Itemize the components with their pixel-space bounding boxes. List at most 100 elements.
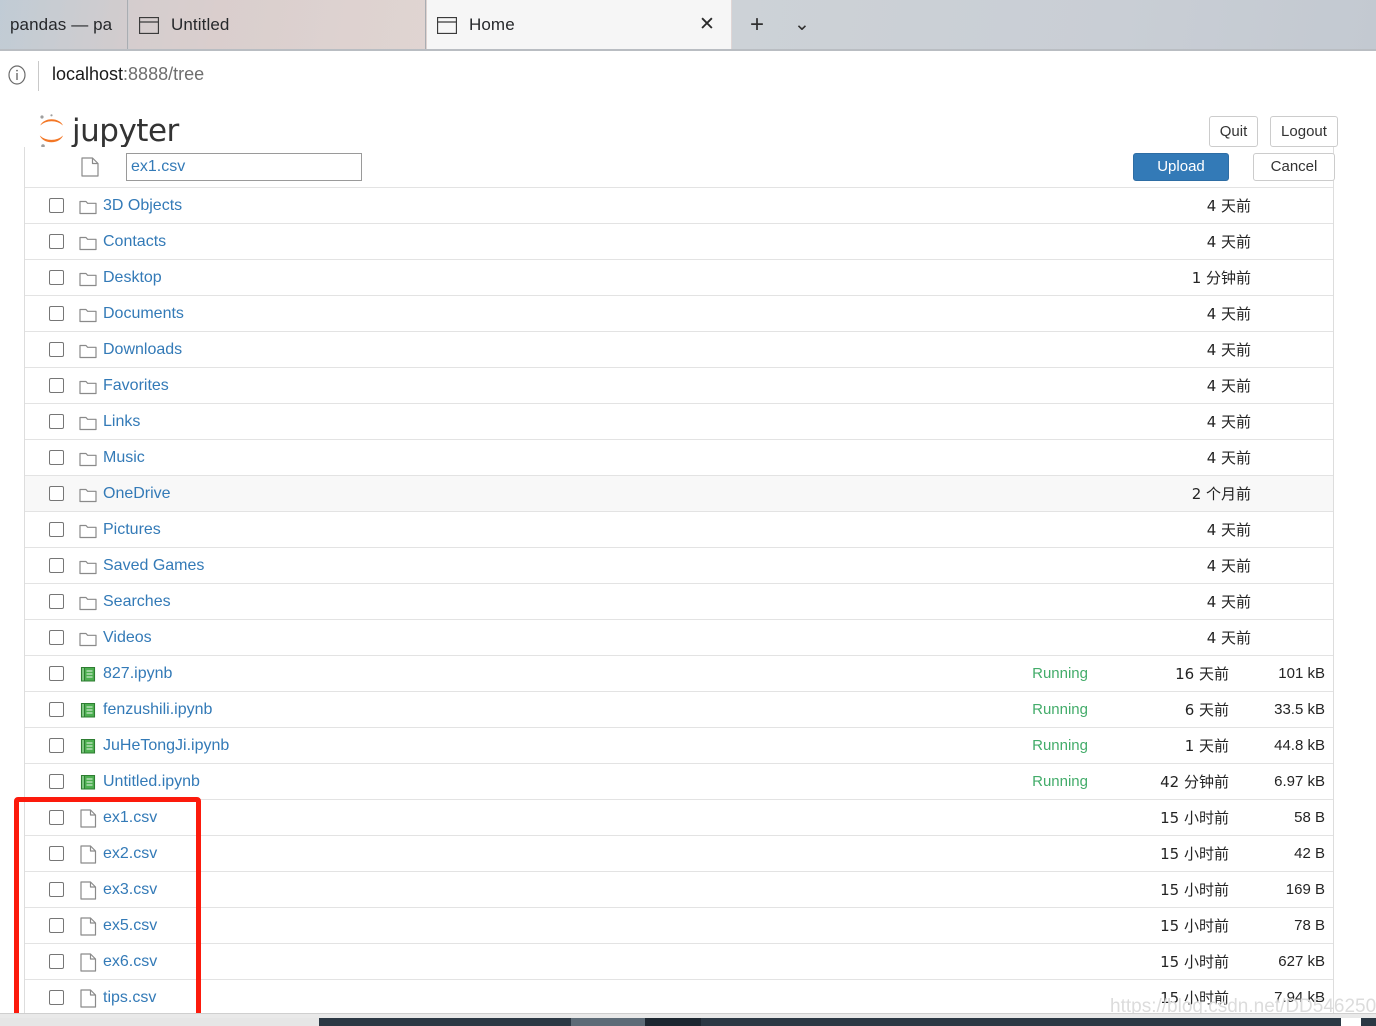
file-row[interactable]: ex5.csv 15 小时前 78 B <box>25 908 1333 944</box>
plus-icon[interactable]: + <box>742 11 772 39</box>
modified-timestamp: 4 天前 <box>1206 340 1251 359</box>
row-checkbox[interactable] <box>49 989 64 1005</box>
folder-icon <box>79 629 97 648</box>
status-badge: Running <box>1032 736 1088 754</box>
item-name-link[interactable]: ex3.csv <box>103 879 157 901</box>
close-icon[interactable]: ✕ <box>695 13 719 37</box>
file-row[interactable]: Music 4 天前 <box>25 440 1333 476</box>
item-name-link[interactable]: Documents <box>103 303 184 325</box>
row-checkbox[interactable] <box>49 917 64 933</box>
modified-timestamp: 42 分钟前 <box>1160 772 1229 791</box>
row-checkbox[interactable] <box>49 449 64 465</box>
address-bar[interactable]: localhost:8888/tree <box>0 51 1376 154</box>
item-name-link[interactable]: JuHeTongJi.ipynb <box>103 735 229 757</box>
file-row[interactable]: ex3.csv 15 小时前 169 B <box>25 872 1333 908</box>
modified-timestamp: 6 天前 <box>1184 700 1229 719</box>
modified-timestamp: 4 天前 <box>1206 592 1251 611</box>
chevron-down-icon[interactable]: ⌄ <box>787 11 817 39</box>
file-row[interactable]: Documents 4 天前 <box>25 296 1333 332</box>
file-row[interactable]: Desktop 1 分钟前 <box>25 260 1333 296</box>
row-checkbox[interactable] <box>49 413 64 429</box>
folder-icon <box>79 485 97 504</box>
item-name-link[interactable]: OneDrive <box>103 483 171 505</box>
folder-icon <box>79 449 97 468</box>
browser-tab-home[interactable]: Home ✕ <box>427 0 731 50</box>
item-name-link[interactable]: 827.ipynb <box>103 663 172 685</box>
file-row[interactable]: Contacts 4 天前 <box>25 224 1333 260</box>
watermark: https://blog.csdn.net/DD546250327 <box>1110 996 1376 1013</box>
file-row[interactable]: Untitled.ipynb Running 42 分钟前 6.97 kB <box>25 764 1333 800</box>
file-row[interactable]: ex2.csv 15 小时前 42 B <box>25 836 1333 872</box>
row-checkbox[interactable] <box>49 701 64 717</box>
jupyter-logo[interactable]: jupyter <box>36 113 179 149</box>
item-name-link[interactable]: 3D Objects <box>103 195 182 217</box>
item-name-link[interactable]: Saved Games <box>103 555 204 577</box>
row-checkbox[interactable] <box>49 521 64 537</box>
row-checkbox[interactable] <box>49 341 64 357</box>
folder-icon <box>79 413 97 432</box>
file-row[interactable]: 3D Objects 4 天前 <box>25 188 1333 224</box>
file-row[interactable]: Saved Games 4 天前 <box>25 548 1333 584</box>
file-row[interactable]: Downloads 4 天前 <box>25 332 1333 368</box>
row-checkbox[interactable] <box>49 953 64 969</box>
item-name-link[interactable]: Untitled.ipynb <box>103 771 200 793</box>
file-row[interactable]: OneDrive 2 个月前 <box>25 476 1333 512</box>
row-checkbox[interactable] <box>49 269 64 285</box>
item-name-link[interactable]: Links <box>103 411 140 433</box>
upload-button[interactable]: Upload <box>1133 153 1229 181</box>
file-row[interactable]: 827.ipynb Running 16 天前 101 kB <box>25 656 1333 692</box>
row-checkbox[interactable] <box>49 557 64 573</box>
browser-tab-untitled[interactable]: Untitled <box>129 0 426 50</box>
item-name-link[interactable]: Favorites <box>103 375 169 397</box>
logout-button[interactable]: Logout <box>1270 116 1338 147</box>
item-name-link[interactable]: Searches <box>103 591 171 613</box>
row-checkbox[interactable] <box>49 881 64 897</box>
folder-icon <box>79 557 97 576</box>
file-row[interactable]: Videos 4 天前 <box>25 620 1333 656</box>
row-checkbox[interactable] <box>49 197 64 213</box>
row-checkbox[interactable] <box>49 737 64 753</box>
item-name-link[interactable]: Videos <box>103 627 152 649</box>
upload-filename-input[interactable]: ex1.csv <box>126 153 362 181</box>
item-name-link[interactable]: tips.csv <box>103 987 156 1009</box>
jupyter-logo-text: jupyter <box>72 113 179 149</box>
file-row[interactable]: fenzushili.ipynb Running 6 天前 33.5 kB <box>25 692 1333 728</box>
modified-timestamp: 15 小时前 <box>1160 916 1229 935</box>
file-row[interactable]: Pictures 4 天前 <box>25 512 1333 548</box>
row-checkbox[interactable] <box>49 485 64 501</box>
item-name-link[interactable]: ex1.csv <box>103 807 157 829</box>
item-name-link[interactable]: Downloads <box>103 339 182 361</box>
row-checkbox[interactable] <box>49 305 64 321</box>
file-row[interactable]: Searches 4 天前 <box>25 584 1333 620</box>
row-checkbox[interactable] <box>49 845 64 861</box>
folder-icon <box>79 377 97 396</box>
item-name-link[interactable]: Pictures <box>103 519 161 541</box>
file-size: 627 kB <box>1278 952 1325 970</box>
file-row[interactable]: Links 4 天前 <box>25 404 1333 440</box>
file-size: 58 B <box>1294 808 1325 826</box>
row-checkbox[interactable] <box>49 377 64 393</box>
row-checkbox[interactable] <box>49 593 64 609</box>
row-checkbox[interactable] <box>49 629 64 645</box>
item-name-link[interactable]: Desktop <box>103 267 162 289</box>
item-name-link[interactable]: ex2.csv <box>103 843 157 865</box>
row-checkbox[interactable] <box>49 233 64 249</box>
file-row[interactable]: Favorites 4 天前 <box>25 368 1333 404</box>
item-name-link[interactable]: fenzushili.ipynb <box>103 699 212 721</box>
item-name-link[interactable]: Contacts <box>103 231 166 253</box>
item-name-link[interactable]: ex6.csv <box>103 951 157 973</box>
browser-tab-pandas[interactable]: pandas — pa <box>0 0 128 50</box>
item-name-link[interactable]: Music <box>103 447 145 469</box>
file-row[interactable]: ex6.csv 15 小时前 627 kB <box>25 944 1333 980</box>
file-row[interactable]: JuHeTongJi.ipynb Running 1 天前 44.8 kB <box>25 728 1333 764</box>
folder-icon <box>79 197 97 216</box>
upload-cancel-button[interactable]: Cancel <box>1253 153 1335 181</box>
row-checkbox[interactable] <box>49 665 64 681</box>
row-checkbox[interactable] <box>49 773 64 789</box>
item-name-link[interactable]: ex5.csv <box>103 915 157 937</box>
info-icon[interactable] <box>7 65 27 85</box>
row-checkbox[interactable] <box>49 809 64 825</box>
file-icon <box>81 157 99 177</box>
file-row[interactable]: ex1.csv 15 小时前 58 B <box>25 800 1333 836</box>
quit-button[interactable]: Quit <box>1209 116 1258 147</box>
